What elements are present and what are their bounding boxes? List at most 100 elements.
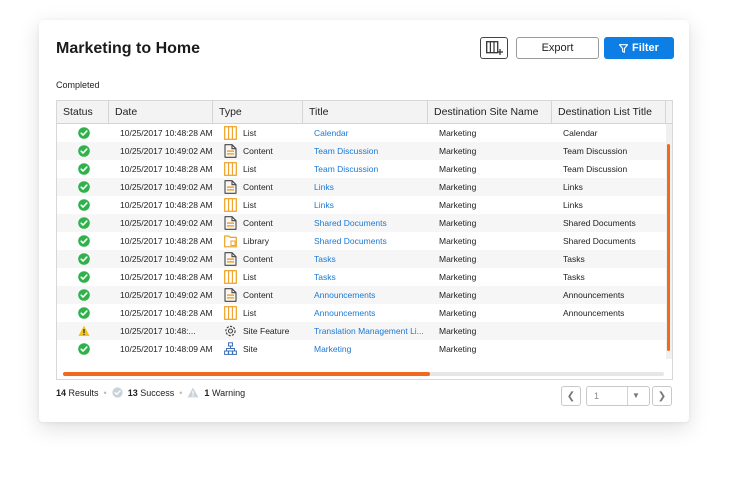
horizontal-scroll-thumb[interactable]: [63, 372, 430, 376]
list-icon: [224, 126, 237, 140]
export-button[interactable]: Export: [516, 37, 599, 59]
table-row[interactable]: 10/25/2017 10:49:02 AM Content Team Discus…: [57, 142, 666, 160]
row-destination-site: Marketing: [439, 344, 477, 354]
column-header-title[interactable]: Title: [303, 101, 428, 123]
row-title-link[interactable]: Calendar: [314, 124, 427, 142]
row-type: Content: [243, 146, 273, 156]
row-destination-site: Marketing: [439, 308, 477, 318]
row-type: List: [243, 308, 257, 318]
column-chooser-button[interactable]: [480, 37, 508, 59]
row-title-link[interactable]: Tasks: [314, 268, 427, 286]
migration-report-card: Marketing to Home Export Filter Complete…: [39, 20, 689, 422]
warning-icon: [78, 325, 90, 336]
row-date: 10/25/2017 10:49:02 AM: [120, 146, 213, 156]
page-select-divider: [627, 387, 628, 405]
previous-page-button[interactable]: ❮: [561, 386, 581, 406]
column-header-date[interactable]: Date: [109, 101, 213, 123]
column-header-status[interactable]: Status: [57, 101, 109, 123]
row-destination-list: Announcements: [563, 290, 625, 300]
results-label: Results: [68, 387, 99, 398]
gear-icon: [225, 325, 236, 337]
row-title-link[interactable]: Tasks: [314, 250, 427, 268]
row-type: List: [243, 164, 257, 174]
row-title-link[interactable]: Links: [314, 178, 427, 196]
table-row[interactable]: 10/25/2017 10:48:09 AM Site Marketing Marke…: [57, 340, 666, 358]
success-label: Success: [140, 387, 175, 398]
row-destination-list: Team Discussion: [563, 146, 628, 156]
row-destination-list: Team Discussion: [563, 164, 628, 174]
vertical-scroll-thumb[interactable]: [667, 144, 670, 351]
row-type: Site: [243, 344, 258, 354]
row-type: Content: [243, 182, 273, 192]
success-check-icon: [78, 127, 90, 139]
sitemap-icon: [224, 342, 237, 355]
warning-label: Warning: [211, 387, 246, 398]
row-title-link[interactable]: Announcements: [314, 286, 427, 304]
row-date: 10/25/2017 10:49:02 AM: [120, 182, 213, 192]
list-icon: [224, 306, 237, 320]
success-check-icon: [78, 253, 90, 265]
success-check-icon: [78, 307, 90, 319]
row-type: Content: [243, 218, 273, 228]
table-row[interactable]: 10/25/2017 10:48:28 AM List Calendar Market…: [57, 124, 666, 142]
row-destination-site: Marketing: [439, 254, 477, 264]
row-destination-list: Announcements: [563, 308, 625, 318]
success-check-icon: [78, 271, 90, 283]
table-row[interactable]: 10/25/2017 10:48:28 AM List Announcements M…: [57, 304, 666, 322]
column-header-destination-site[interactable]: Destination Site Name: [428, 101, 552, 123]
row-title-link[interactable]: Translation Management Li...: [314, 322, 427, 340]
success-check-icon: [78, 181, 90, 193]
table-row[interactable]: 10/25/2017 10:49:02 AM Content Announcemen…: [57, 286, 666, 304]
table-row[interactable]: 10/25/2017 10:49:02 AM Content Links Market…: [57, 178, 666, 196]
chevron-down-icon: ▼: [632, 391, 640, 400]
page-title: Marketing to Home: [56, 40, 201, 57]
row-date: 10/25/2017 10:48:28 AM: [120, 200, 213, 210]
row-type: Content: [243, 290, 273, 300]
table-row[interactable]: 10/25/2017 10:48:... Site Feature Translat…: [57, 322, 666, 340]
separator-dot: •: [179, 387, 183, 398]
row-title-link[interactable]: Team Discussion: [314, 160, 427, 178]
column-header-destination-list[interactable]: Destination List Title: [552, 101, 666, 123]
row-title-link[interactable]: Shared Documents: [314, 214, 427, 232]
table-row[interactable]: 10/25/2017 10:48:28 AM List Team Discussio…: [57, 160, 666, 178]
row-date: 10/25/2017 10:49:02 AM: [120, 218, 213, 228]
column-chooser-icon: [486, 41, 503, 55]
next-page-button[interactable]: ❯: [652, 386, 672, 406]
row-type: List: [243, 272, 257, 282]
results-grid: Status Date Type Title Destination Site …: [56, 100, 673, 380]
filter-button[interactable]: Filter: [604, 37, 674, 59]
row-date: 10/25/2017 10:48:...: [120, 326, 196, 336]
list-icon: [224, 162, 237, 176]
success-check-icon: [78, 199, 90, 211]
horizontal-scrollbar[interactable]: [63, 372, 664, 376]
results-count: 14: [56, 387, 67, 398]
row-destination-site: Marketing: [439, 200, 477, 210]
row-title-link[interactable]: Links: [314, 196, 427, 214]
filter-button-label: Filter: [632, 42, 659, 54]
row-title-link[interactable]: Marketing: [314, 340, 427, 358]
row-destination-list: [563, 340, 666, 358]
grid-header: Status Date Type Title Destination Site …: [57, 101, 672, 124]
row-title-link[interactable]: Announcements: [314, 304, 427, 322]
row-date: 10/25/2017 10:48:28 AM: [120, 308, 213, 318]
row-destination-site: Marketing: [439, 164, 477, 174]
library-icon: [224, 235, 237, 248]
row-destination-list: Links: [563, 200, 583, 210]
row-destination-site: Marketing: [439, 146, 477, 156]
row-date: 10/25/2017 10:48:28 AM: [120, 128, 213, 138]
table-row[interactable]: 10/25/2017 10:49:02 AM Content Tasks Market…: [57, 250, 666, 268]
row-title-link[interactable]: Shared Documents: [314, 232, 427, 250]
vertical-scrollbar[interactable]: [666, 124, 672, 359]
table-row[interactable]: 10/25/2017 10:48:28 AM Library Shared Docu…: [57, 232, 666, 250]
table-row[interactable]: 10/25/2017 10:48:28 AM List Links Marketing…: [57, 196, 666, 214]
page-select[interactable]: 1 ▼: [586, 386, 650, 406]
row-date: 10/25/2017 10:48:28 AM: [120, 164, 213, 174]
row-title-link[interactable]: Team Discussion: [314, 142, 427, 160]
results-summary: 14 Results • 13 Success • 1 Warning: [56, 387, 245, 398]
row-date: 10/25/2017 10:48:09 AM: [120, 344, 213, 354]
column-header-type[interactable]: Type: [213, 101, 303, 123]
success-count: 13: [127, 387, 138, 398]
table-row[interactable]: 10/25/2017 10:49:02 AM Content Shared Docu…: [57, 214, 666, 232]
table-row[interactable]: 10/25/2017 10:48:28 AM List Tasks Marketing…: [57, 268, 666, 286]
row-destination-list: Calendar: [563, 128, 598, 138]
